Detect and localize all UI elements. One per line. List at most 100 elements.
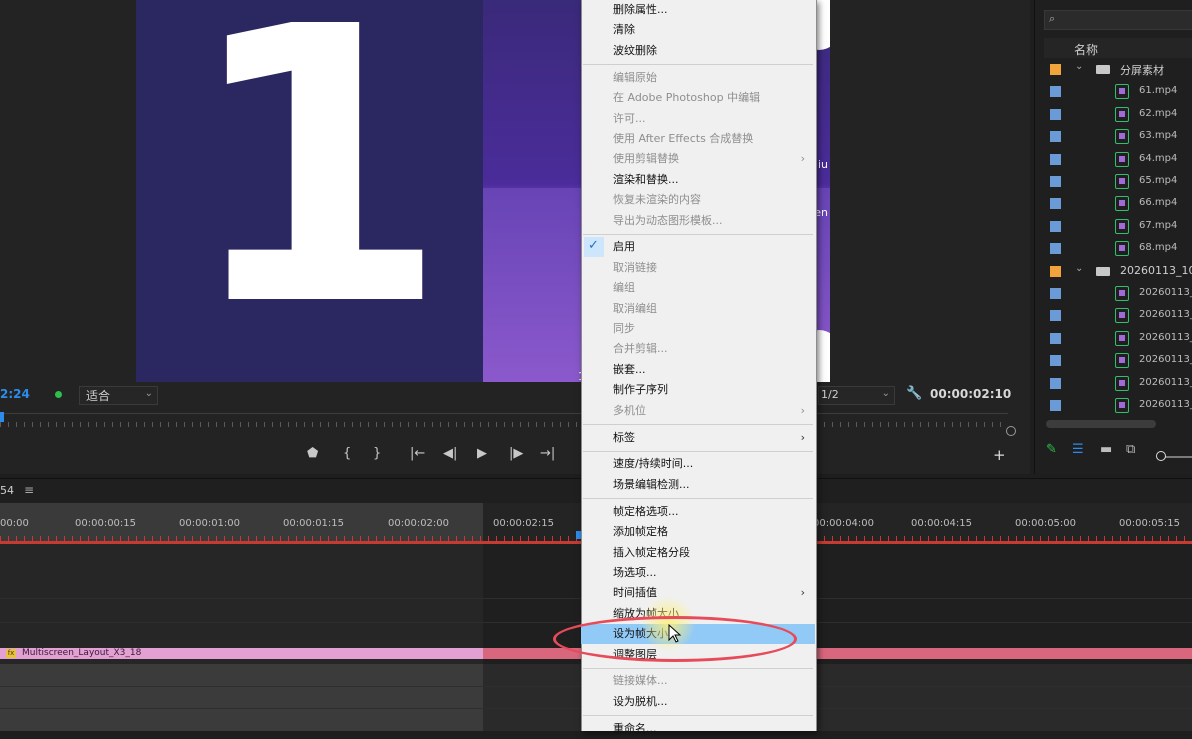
label-color-swatch[interactable] bbox=[1050, 355, 1061, 367]
project-file-row[interactable]: 20260113_1 bbox=[1044, 349, 1192, 371]
project-file-row[interactable]: 61.mp4 bbox=[1044, 80, 1192, 102]
context-menu-item[interactable]: 嵌套... bbox=[581, 360, 815, 380]
label-color-swatch[interactable] bbox=[1050, 377, 1061, 389]
label-color-swatch[interactable] bbox=[1050, 265, 1061, 277]
freeform-view-icon[interactable]: ⧉ bbox=[1126, 442, 1135, 457]
video-file-icon bbox=[1115, 330, 1129, 346]
menu-item-label: 渲染和替换... bbox=[613, 172, 679, 186]
project-file-row[interactable]: 20260113_1 bbox=[1044, 282, 1192, 304]
sequence-tab[interactable]: 54 bbox=[0, 484, 14, 497]
menu-item-label: 取消链接 bbox=[613, 260, 657, 274]
mark-in-button[interactable]: { bbox=[343, 446, 351, 461]
label-color-swatch[interactable] bbox=[1050, 153, 1061, 165]
label-color-swatch[interactable] bbox=[1050, 243, 1061, 255]
label-color-swatch[interactable] bbox=[1050, 310, 1061, 322]
search-icon: ⌕ bbox=[1049, 12, 1056, 25]
context-menu-item[interactable]: 渲染和替换... bbox=[581, 170, 815, 190]
icon-view-icon[interactable]: ▬ bbox=[1100, 442, 1112, 457]
project-file-row[interactable]: 62.mp4 bbox=[1044, 103, 1192, 125]
context-menu-item[interactable]: 场选项... bbox=[581, 563, 815, 583]
context-menu-item[interactable]: 清除 bbox=[581, 20, 815, 40]
pencil-icon[interactable]: ✎ bbox=[1046, 442, 1057, 457]
wrench-icon[interactable]: 🔧 bbox=[906, 386, 922, 401]
chevron-down-icon[interactable]: ⌄ bbox=[1075, 263, 1083, 274]
menu-item-label: 插入帧定格分段 bbox=[613, 545, 690, 559]
context-menu-item[interactable]: 场景编辑检测... bbox=[581, 475, 815, 495]
project-column-header[interactable]: 名称 bbox=[1044, 38, 1192, 58]
monitor-playhead[interactable] bbox=[0, 412, 4, 422]
monitor-end-handle[interactable] bbox=[1006, 426, 1016, 436]
menu-separator bbox=[583, 424, 813, 425]
label-color-swatch[interactable] bbox=[1050, 64, 1061, 75]
project-file-row[interactable]: 64.mp4 bbox=[1044, 148, 1192, 170]
project-file-row[interactable]: 20260113_1 bbox=[1044, 394, 1192, 416]
project-file-row[interactable]: 67.mp4 bbox=[1044, 215, 1192, 237]
video-file-icon bbox=[1115, 174, 1129, 189]
play-button[interactable]: ▶ bbox=[477, 446, 487, 461]
mark-out-button[interactable]: } bbox=[373, 446, 381, 461]
label-color-swatch[interactable] bbox=[1050, 400, 1061, 411]
project-file-row[interactable]: 65.mp4 bbox=[1044, 170, 1192, 192]
project-search-input[interactable]: ⌕ bbox=[1044, 10, 1192, 30]
context-menu-item[interactable]: 时间插值 › bbox=[581, 583, 815, 603]
context-menu-item[interactable]: 波纹删除 bbox=[581, 41, 815, 61]
label-color-swatch[interactable] bbox=[1050, 332, 1061, 344]
menu-item-label: 恢复未渲染的内容 bbox=[613, 193, 701, 207]
context-menu-item[interactable]: 重命名... bbox=[581, 719, 815, 739]
label-color-swatch[interactable] bbox=[1050, 108, 1061, 120]
fit-dropdown[interactable]: 适合 ⌄ bbox=[79, 386, 158, 405]
menu-item-label: 场景编辑检测... bbox=[613, 477, 690, 491]
resolution-dropdown[interactable]: 1/2 ⌄ bbox=[818, 386, 895, 405]
fx-badge-icon: fx bbox=[6, 649, 16, 658]
file-name: 68.mp4 bbox=[1139, 242, 1178, 254]
project-file-row[interactable]: 63.mp4 bbox=[1044, 125, 1192, 147]
context-menu-item[interactable]: 插入帧定格分段 bbox=[581, 543, 815, 563]
video-file-icon bbox=[1115, 129, 1129, 145]
context-menu-item: 同步 bbox=[581, 319, 815, 339]
chevron-down-icon: ⌄ bbox=[881, 388, 890, 399]
context-menu-item[interactable]: 标签 › bbox=[581, 428, 815, 448]
menu-separator bbox=[583, 233, 813, 235]
label-color-swatch[interactable] bbox=[1050, 131, 1061, 143]
file-name: 20260113_1 bbox=[1139, 309, 1192, 321]
project-file-row[interactable]: 20260113_1 bbox=[1044, 304, 1192, 326]
label-color-swatch[interactable] bbox=[1050, 288, 1061, 299]
context-menu-item[interactable]: 速度/持续时间... bbox=[581, 454, 815, 474]
go-to-out-button[interactable]: →| bbox=[540, 446, 555, 461]
project-file-row[interactable]: 20260113_1 bbox=[1044, 327, 1192, 349]
context-menu-item: 许可... bbox=[581, 109, 815, 129]
label-color-swatch[interactable] bbox=[1050, 198, 1061, 210]
add-marker-icon[interactable]: ⬟ bbox=[307, 446, 318, 461]
context-menu-item[interactable]: 设为脱机... bbox=[581, 692, 815, 712]
hamburger-menu-icon[interactable]: ≡ bbox=[24, 483, 34, 497]
add-button-icon[interactable]: + bbox=[993, 446, 1006, 464]
list-view-icon[interactable]: ☰ bbox=[1072, 442, 1084, 457]
project-folder-row[interactable]: ⌄ 分屏素材 bbox=[1044, 58, 1192, 80]
context-menu-item: 使用剪辑替换 › bbox=[581, 149, 815, 169]
context-menu-item[interactable]: 制作子序列 bbox=[581, 380, 815, 400]
menu-item-label: 设为脱机... bbox=[613, 694, 668, 708]
context-menu-item[interactable]: 启用 bbox=[581, 237, 815, 257]
project-scrollbar[interactable] bbox=[1046, 420, 1156, 428]
zoom-slider-knob[interactable] bbox=[1156, 451, 1166, 461]
context-menu-item[interactable]: 删除属性... bbox=[581, 0, 815, 20]
step-forward-button[interactable]: |▶ bbox=[509, 446, 523, 461]
go-to-in-button[interactable]: |← bbox=[410, 446, 425, 461]
project-file-row[interactable]: 68.mp4 bbox=[1044, 237, 1192, 259]
label-color-swatch[interactable] bbox=[1050, 176, 1061, 187]
project-file-row[interactable]: 20260113_1 bbox=[1044, 372, 1192, 394]
monitor-time-ruler[interactable] bbox=[0, 413, 1008, 428]
project-folder-row[interactable]: ⌄ 20260113_1051 bbox=[1044, 260, 1192, 282]
chevron-down-icon[interactable]: ⌄ bbox=[1075, 61, 1083, 72]
chevron-right-icon: › bbox=[800, 586, 805, 600]
column-name-label: 名称 bbox=[1074, 43, 1099, 57]
project-file-row[interactable]: 66.mp4 bbox=[1044, 192, 1192, 214]
label-color-swatch[interactable] bbox=[1050, 220, 1061, 232]
context-menu-item[interactable]: 添加帧定格 bbox=[581, 522, 815, 542]
playhead-timecode[interactable]: 2:24 bbox=[0, 387, 30, 401]
step-back-button[interactable]: ◀| bbox=[443, 446, 457, 461]
menu-separator bbox=[583, 667, 813, 669]
label-color-swatch[interactable] bbox=[1050, 86, 1061, 98]
folder-name: 分屏素材 bbox=[1120, 64, 1164, 77]
context-menu-item[interactable]: 帧定格选项... bbox=[581, 502, 815, 522]
